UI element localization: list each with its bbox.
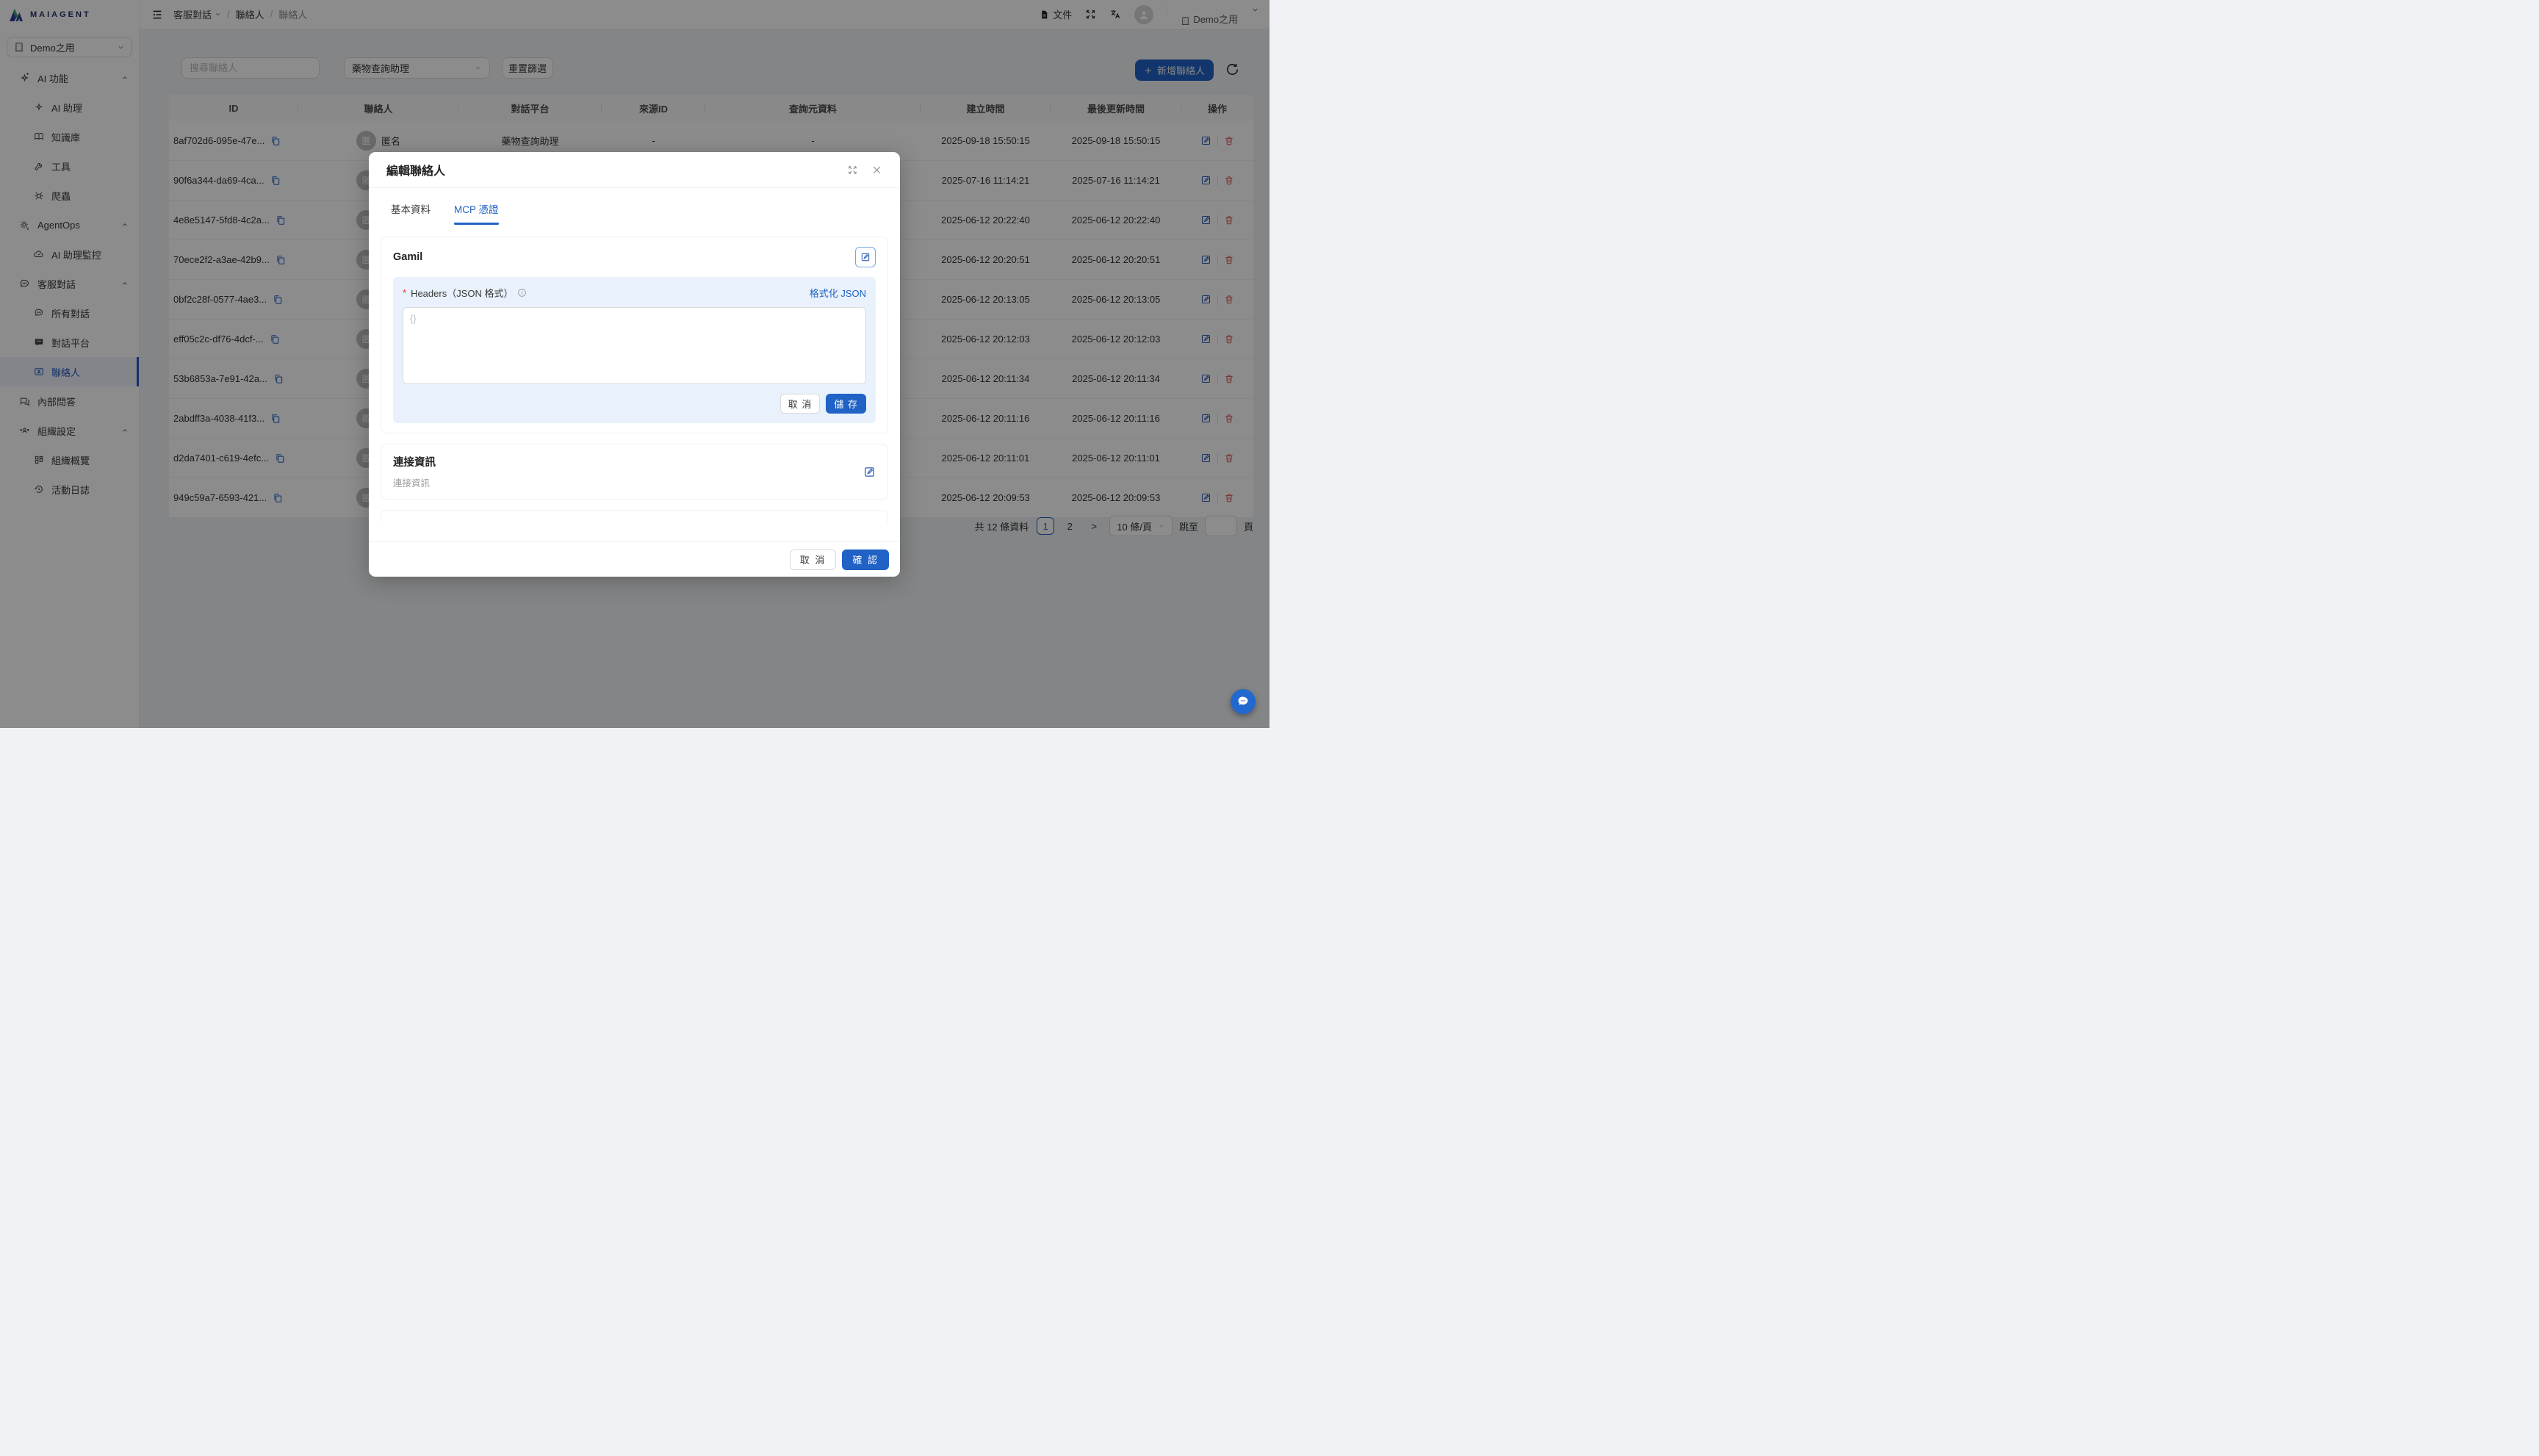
modal-body: 基本資料 MCP 憑證 Gamil * Headers（JSON 格式） bbox=[369, 188, 900, 522]
credential-cancel-button[interactable]: 取 消 bbox=[780, 394, 821, 414]
info-icon bbox=[517, 288, 527, 298]
edit-icon bbox=[863, 466, 876, 478]
chat-bubble-icon bbox=[1236, 695, 1250, 708]
expand-icon[interactable] bbox=[847, 165, 858, 176]
modal-cancel-button[interactable]: 取 消 bbox=[790, 549, 837, 570]
modal-tabs: 基本資料 MCP 憑證 bbox=[381, 201, 888, 225]
connection-info-subtitle: 連接資訊 bbox=[393, 475, 863, 489]
modal-footer: 取 消 確 認 bbox=[369, 541, 900, 577]
next-card-partial bbox=[381, 510, 888, 522]
edit-icon bbox=[860, 252, 871, 262]
mcp-credential-card: Gamil * Headers（JSON 格式） 格式化 JSON bbox=[381, 237, 888, 433]
edit-contact-modal: 編輯聯絡人 基本資料 MCP 憑證 Gamil bbox=[369, 152, 900, 577]
modal-title: 編輯聯絡人 bbox=[386, 161, 847, 179]
headers-panel: * Headers（JSON 格式） 格式化 JSON 取 消 儲 存 bbox=[393, 277, 876, 423]
edit-credential-button[interactable] bbox=[855, 247, 876, 267]
credential-save-button[interactable]: 儲 存 bbox=[826, 394, 866, 414]
close-icon[interactable] bbox=[871, 165, 882, 176]
modal-header: 編輯聯絡人 bbox=[369, 152, 900, 188]
app-root: MAIAGENT Demo之用 AI 功能 AI 助理 知識庫 bbox=[0, 0, 1270, 728]
required-mark: * bbox=[403, 287, 406, 298]
headers-json-textarea[interactable] bbox=[403, 307, 866, 384]
headers-label: Headers（JSON 格式） bbox=[411, 286, 513, 300]
chat-widget-button[interactable] bbox=[1231, 689, 1256, 714]
format-json-link[interactable]: 格式化 JSON bbox=[810, 286, 866, 300]
modal-confirm-button[interactable]: 確 認 bbox=[842, 549, 889, 570]
edit-connection-button[interactable] bbox=[863, 466, 876, 478]
tab-basic-info[interactable]: 基本資料 bbox=[391, 201, 431, 225]
connection-info-title: 連接資訊 bbox=[393, 454, 863, 469]
credential-title: Gamil bbox=[393, 251, 855, 263]
connection-info-card: 連接資訊 連接資訊 bbox=[381, 444, 888, 500]
tab-mcp-credentials[interactable]: MCP 憑證 bbox=[454, 201, 499, 225]
